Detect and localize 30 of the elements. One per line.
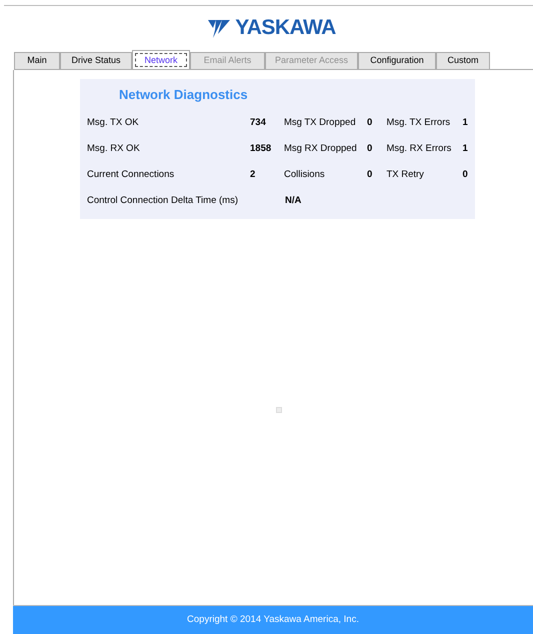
field-label: Msg. TX OK (87, 116, 140, 130)
field-value: 0 (366, 168, 372, 182)
field-value: 2 (250, 168, 256, 182)
field-value: 0 (366, 116, 372, 130)
field-label: Msg. RX OK (87, 142, 141, 156)
field-value: 1858 (250, 142, 272, 156)
field-label: Collisions (284, 168, 326, 182)
field-label: TX Retry (386, 168, 425, 182)
tab[interactable]: Network (132, 50, 190, 70)
field-label: Msg. RX Errors (386, 142, 452, 156)
field-value: 1 (462, 116, 468, 130)
field-label: Msg. TX Errors (386, 116, 452, 130)
field-value: 1 (462, 142, 468, 156)
tab[interactable]: Drive Status (60, 52, 132, 70)
tab[interactable]: Main (14, 52, 60, 70)
field-value: 734 (250, 116, 266, 130)
logo-icon (207, 17, 232, 39)
copyright-text: Copyright © 2014 Yaskawa America, Inc. (187, 612, 359, 627)
tab[interactable]: Custom (436, 52, 490, 70)
field-label: Control Connection Delta Time (ms) (87, 194, 239, 208)
field-label: Msg RX Dropped (284, 142, 358, 156)
logo-text: YASKAWA (235, 15, 336, 42)
tab[interactable]: Configuration (358, 52, 436, 70)
field-label: Msg TX Dropped (284, 116, 357, 130)
panel-title: Network Diagnostics (118, 86, 249, 104)
field-label: Current Connections (87, 168, 176, 182)
field-value: 0 (366, 142, 372, 156)
loading-indicator (276, 407, 282, 413)
field-value: 0 (462, 168, 468, 182)
field-value: N/A (285, 194, 302, 208)
